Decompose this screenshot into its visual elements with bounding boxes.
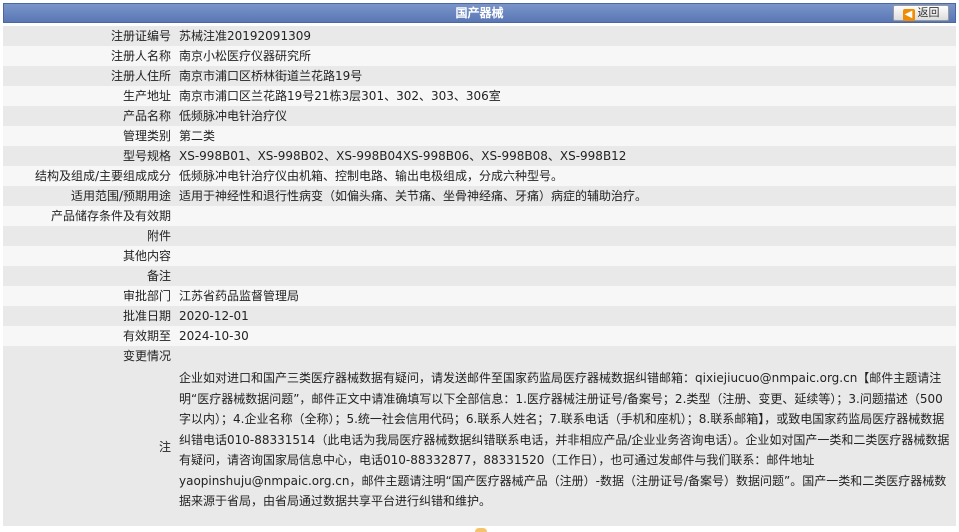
field-value: 第二类	[173, 126, 956, 146]
field-value	[173, 226, 956, 246]
field-value	[173, 346, 956, 366]
back-button-label: 返回	[917, 6, 940, 19]
field-label: 注册人名称	[3, 46, 173, 66]
field-row: 其他内容	[3, 246, 956, 266]
field-label: 产品名称	[3, 106, 173, 126]
field-label: 产品储存条件及有效期	[3, 206, 173, 226]
note-text: 企业如对进口和国产三类医疗器械数据有疑问，请发送邮件至国家药监局医疗器械数据纠错…	[179, 371, 950, 508]
field-row: 备注	[3, 266, 956, 286]
field-row: 批准日期 2020-12-01	[3, 306, 956, 326]
field-label: 批准日期	[3, 306, 173, 326]
field-value: 南京市浦口区桥林街道兰花路19号	[173, 66, 956, 86]
field-row: 产品名称 低频脉冲电针治疗仪	[3, 106, 956, 126]
field-row: 注册人名称 南京小松医疗仪器研究所	[3, 46, 956, 66]
field-value	[173, 266, 956, 286]
field-value: 江苏省药品监督管理局	[173, 286, 956, 306]
back-button[interactable]: ◀ 返回	[893, 5, 949, 21]
field-row: 生产地址 南京市浦口区兰花路19号21栋3层301、302、303、306室	[3, 86, 956, 106]
field-label: 审批部门	[3, 286, 173, 306]
field-row: 附件	[3, 226, 956, 246]
header-bar: 国产器械 ◀ 返回	[3, 3, 956, 23]
field-label: 适用范围/预期用途	[3, 186, 173, 206]
field-label: 注册证编号	[3, 26, 173, 46]
field-row: 有效期至 2024-10-30	[3, 326, 956, 346]
field-label: 型号规格	[3, 146, 173, 166]
field-label: 注册人住所	[3, 66, 173, 86]
field-label: 结构及组成/主要组成成分	[3, 166, 173, 186]
field-value: 2020-12-01	[173, 306, 956, 326]
field-value: 南京小松医疗仪器研究所	[173, 46, 956, 66]
field-value: 适用于神经性和退行性病变（如偏头痛、关节痛、坐骨神经痛、牙痛）病症的辅助治疗。	[173, 186, 956, 206]
field-value: 低频脉冲电针治疗仪	[173, 106, 956, 126]
note-label: 注	[158, 439, 171, 454]
field-value: XS-998B01、XS-998B02、XS-998B04XS-998B06、X…	[173, 146, 956, 166]
scroll-indicator	[475, 528, 487, 532]
field-row: 产品储存条件及有效期	[3, 206, 956, 226]
field-label: 有效期至	[3, 326, 173, 346]
field-value: 南京市浦口区兰花路19号21栋3层301、302、303、306室	[173, 86, 956, 106]
field-label: 附件	[3, 226, 173, 246]
field-value: 2024-10-30	[173, 326, 956, 346]
field-row: 审批部门 江苏省药品监督管理局	[3, 286, 956, 306]
field-value	[173, 206, 956, 226]
field-row: 适用范围/预期用途 适用于神经性和退行性病变（如偏头痛、关节痛、坐骨神经痛、牙痛）…	[3, 186, 956, 206]
field-label: 变更情况	[3, 346, 173, 366]
field-row: 注册人住所 南京市浦口区桥林街道兰花路19号	[3, 66, 956, 86]
field-label: 其他内容	[3, 246, 173, 266]
arrow-left-icon: ◀	[902, 9, 915, 21]
field-label: 备注	[3, 266, 173, 286]
field-value	[173, 246, 956, 266]
field-row: 型号规格 XS-998B01、XS-998B02、XS-998B04XS-998B…	[3, 146, 956, 166]
field-row: 管理类别 第二类	[3, 126, 956, 146]
field-row: 结构及组成/主要组成成分 低频脉冲电针治疗仪由机箱、控制电路、输出电极组成，分成六…	[3, 166, 956, 186]
field-value: 苏械注准20192091309	[173, 26, 956, 46]
note-row: 注 企业如对进口和国产三类医疗器械数据有疑问，请发送邮件至国家药监局医疗器械数据…	[3, 366, 956, 526]
field-label: 管理类别	[3, 126, 173, 146]
field-label: 生产地址	[3, 86, 173, 106]
page-title: 国产器械	[455, 6, 504, 20]
field-row: 注册证编号 苏械注准20192091309	[3, 26, 956, 46]
field-row: 变更情况	[3, 346, 956, 366]
field-value: 低频脉冲电针治疗仪由机箱、控制电路、输出电极组成，分成六种型号。	[173, 166, 956, 186]
